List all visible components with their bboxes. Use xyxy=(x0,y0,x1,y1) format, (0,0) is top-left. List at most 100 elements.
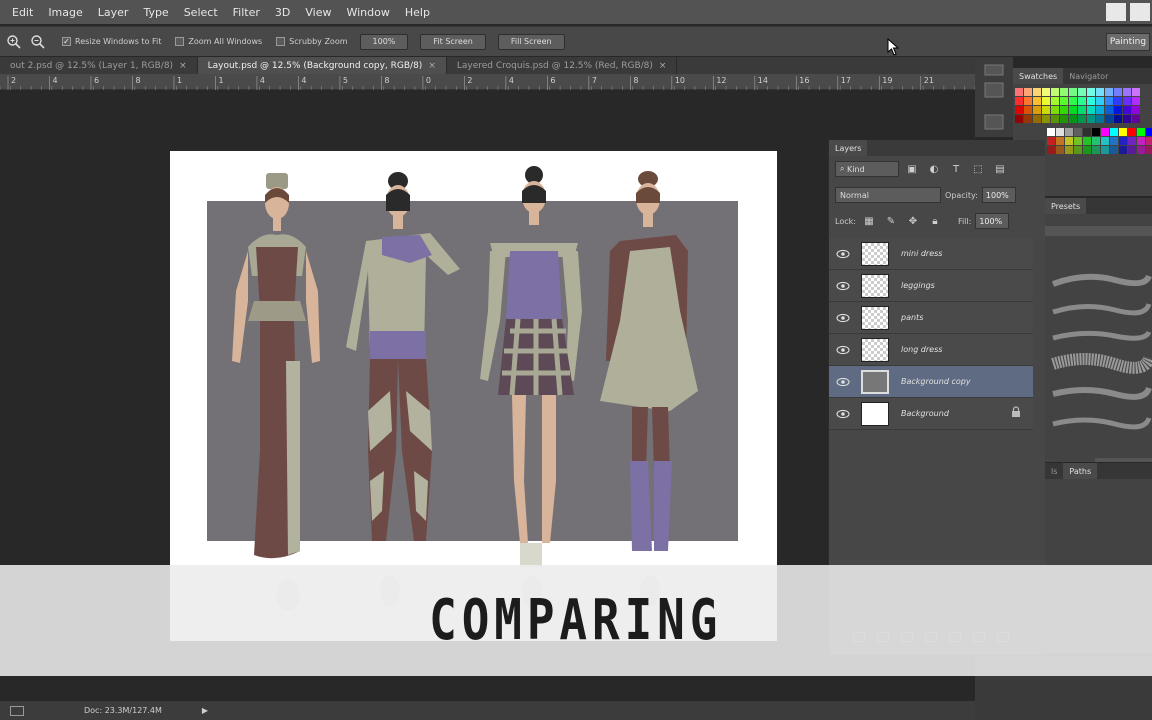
visibility-eye-icon[interactable] xyxy=(829,249,857,259)
layer-name: Background copy xyxy=(901,377,971,386)
layer-name: leggings xyxy=(901,281,935,290)
resize-windows-checkbox[interactable]: ✓ Resize Windows to Fit xyxy=(62,37,161,46)
ruler-number: 1 xyxy=(177,76,182,85)
tab-out2[interactable]: out 2.psd @ 12.5% (Layer 1, RGB/8) × xyxy=(0,57,198,74)
layer-thumbnail xyxy=(861,241,889,266)
pixel-filter-icon[interactable]: ▣ xyxy=(903,160,921,178)
minimize-button[interactable] xyxy=(1106,3,1126,21)
opacity-label: Opacity: xyxy=(945,190,978,200)
adjustment-filter-icon[interactable]: ◐ xyxy=(925,160,943,178)
visibility-eye-icon[interactable] xyxy=(829,377,857,387)
fill-screen-button[interactable]: Fill Screen xyxy=(497,33,565,50)
ruler-number: 6 xyxy=(550,76,555,85)
ruler-number: 19 xyxy=(882,76,892,85)
tab-swatches[interactable]: Swatches xyxy=(1013,68,1064,84)
tab-layout[interactable]: Layout.psd @ 12.5% (Background copy, RGB… xyxy=(197,57,447,74)
layer-row[interactable]: pants xyxy=(829,302,1033,334)
status-icon[interactable] xyxy=(10,705,24,716)
layer-row[interactable]: mini dress xyxy=(829,238,1033,270)
scrubby-zoom-checkbox[interactable]: Scrubby Zoom xyxy=(276,37,348,46)
smart-object-filter-icon[interactable]: ▤ xyxy=(991,160,1009,178)
kind-label: Kind xyxy=(847,164,865,174)
lock-all-icon[interactable]: 🔒︎ xyxy=(926,212,944,230)
layer-name: long dress xyxy=(901,345,943,354)
ruler-number: 1 xyxy=(218,76,223,85)
visibility-eye-icon[interactable] xyxy=(829,409,857,419)
zoom-all-windows-checkbox[interactable]: Zoom All Windows xyxy=(175,37,262,46)
menu-window[interactable]: Window xyxy=(346,6,400,19)
blend-row: Normal Opacity: 100% xyxy=(829,182,1045,208)
layer-thumbnail xyxy=(861,273,889,298)
visibility-eye-icon[interactable] xyxy=(829,345,857,355)
ruler-number: 7 xyxy=(592,76,597,85)
menu-edit[interactable]: Edit xyxy=(12,6,44,19)
document-tabs: out 2.psd @ 12.5% (Layer 1, RGB/8) × Layo… xyxy=(0,57,975,74)
menu-view[interactable]: View xyxy=(305,6,342,19)
layer-thumbnail xyxy=(861,305,889,330)
menu-filter[interactable]: Filter xyxy=(233,6,271,19)
menu-image[interactable]: Image xyxy=(48,6,93,19)
menu-select[interactable]: Select xyxy=(184,6,229,19)
check-icon: ✓ xyxy=(62,36,71,46)
workspace-switcher[interactable]: Painting xyxy=(1106,33,1150,51)
menu-bar: Edit Image Layer Type Select Filter 3D V… xyxy=(0,0,1152,24)
fill-input[interactable]: 100% xyxy=(975,213,1010,229)
tab-paths[interactable]: Paths xyxy=(1063,463,1098,479)
layer-row[interactable]: long dress xyxy=(829,334,1033,366)
status-arrow-icon[interactable]: ▶ xyxy=(202,706,208,715)
lock-move-icon[interactable]: ✥ xyxy=(904,212,922,230)
menu-3d[interactable]: 3D xyxy=(275,6,301,19)
ruler-number: 8 xyxy=(633,76,638,85)
kind-filter-select[interactable]: ⌕ Kind xyxy=(835,161,899,177)
caption-banner: COMPARING xyxy=(0,565,1152,676)
layer-name: Background xyxy=(901,409,949,418)
figure-long-dress xyxy=(232,173,320,611)
layer-row[interactable]: Background xyxy=(829,398,1033,430)
fit-screen-button[interactable]: Fit Screen xyxy=(420,33,486,50)
ruler-number: 5 xyxy=(343,76,348,85)
fill-label: Fill: xyxy=(957,216,972,226)
tab-layered-croquis[interactable]: Layered Croquis.psd @ 12.5% (Red, RGB/8)… xyxy=(447,57,678,74)
visibility-eye-icon[interactable] xyxy=(829,281,857,291)
layer-filter-row: ⌕ Kind ▣ ◐ T ⬚ ▤ xyxy=(829,156,1045,182)
figure-mini-dress xyxy=(480,166,582,607)
ruler-number: 2 xyxy=(11,76,16,85)
menu-type[interactable]: Type xyxy=(143,6,179,19)
brush-strokes-preview[interactable] xyxy=(1045,214,1152,462)
tab-channels[interactable]: ls xyxy=(1045,463,1063,479)
ruler-number: 17 xyxy=(841,76,851,85)
close-icon[interactable]: × xyxy=(179,61,187,71)
zoom-in-icon[interactable] xyxy=(4,32,24,52)
tab-layers[interactable]: Layers xyxy=(829,140,868,156)
lock-row: Lock: ▦ ✎ ✥ 🔒︎ Fill: 100% xyxy=(829,208,1045,234)
ruler-number: 14 xyxy=(758,76,768,85)
zoom-out-icon[interactable] xyxy=(28,32,48,52)
type-filter-icon[interactable]: T xyxy=(947,160,965,178)
search-icon: ⌕ xyxy=(840,164,848,173)
maximize-button[interactable] xyxy=(1130,3,1150,21)
window-controls xyxy=(1104,0,1152,24)
menu-layer[interactable]: Layer xyxy=(98,6,140,19)
ruler-number: 4 xyxy=(52,76,57,85)
caption-text: COMPARING xyxy=(429,588,723,653)
zoom-100-button[interactable]: 100% xyxy=(359,33,409,50)
visibility-eye-icon[interactable] xyxy=(829,313,857,323)
blend-mode-select[interactable]: Normal xyxy=(835,187,941,203)
layer-row[interactable]: Background copy xyxy=(829,366,1033,398)
lock-transparent-icon[interactable]: ▦ xyxy=(860,212,878,230)
lock-paint-icon[interactable]: ✎ xyxy=(882,212,900,230)
options-bar: ✓ Resize Windows to Fit Zoom All Windows… xyxy=(0,26,1152,56)
lock-label: Lock: xyxy=(835,216,856,226)
panel-dock-strip xyxy=(975,57,1013,137)
opacity-input[interactable]: 100% xyxy=(981,187,1016,203)
menu-help[interactable]: Help xyxy=(405,6,441,19)
tab-navigator[interactable]: Navigator xyxy=(1063,68,1114,84)
tab-presets[interactable]: Presets xyxy=(1045,198,1087,214)
close-icon[interactable]: × xyxy=(428,61,436,71)
close-icon[interactable]: × xyxy=(659,61,667,71)
layer-row[interactable]: leggings xyxy=(829,270,1033,302)
ruler-number: 21 xyxy=(924,76,934,85)
shape-filter-icon[interactable]: ⬚ xyxy=(969,160,987,178)
horizontal-ruler[interactable]: 2 4 6 8 1 1 4 4 5 8 0 2 4 6 7 8 10 12 14 16 17 19 21 xyxy=(0,74,975,90)
ruler-number: 12 xyxy=(716,76,726,85)
